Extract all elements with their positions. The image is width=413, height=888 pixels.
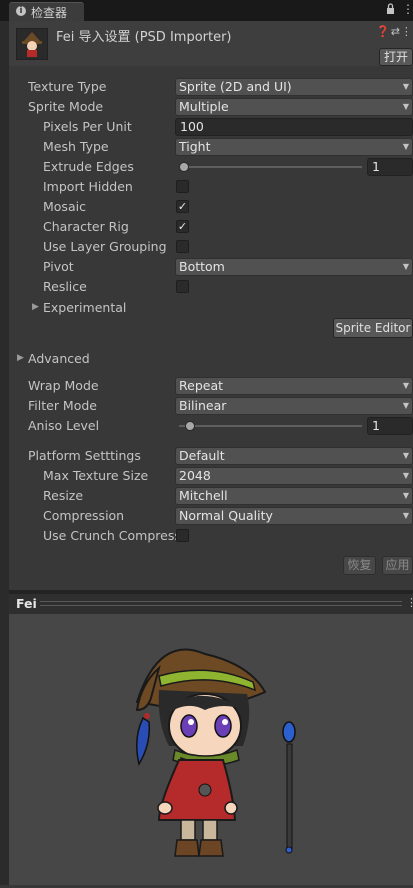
- sprite-mode-value: Multiple: [179, 99, 229, 114]
- texture-type-dropdown[interactable]: Sprite (2D and UI) ▼: [175, 78, 413, 96]
- aniso-level-input[interactable]: 1: [367, 417, 413, 435]
- max-texture-size-value: 2048: [179, 468, 211, 483]
- reslice-checkbox[interactable]: [176, 280, 189, 293]
- apply-button[interactable]: 应用: [382, 556, 413, 575]
- chevron-down-icon: ▼: [402, 82, 409, 91]
- kebab-menu-icon[interactable]: ⋮: [402, 2, 413, 16]
- max-texture-size-dropdown[interactable]: 2048 ▼: [175, 467, 413, 485]
- mesh-type-value: Tight: [179, 139, 211, 154]
- mosaic-checkbox[interactable]: ✓: [176, 200, 189, 213]
- wrap-mode-dropdown[interactable]: Repeat ▼: [175, 377, 413, 395]
- platform-settings-value: Default: [179, 448, 225, 463]
- max-texture-size-label: Max Texture Size: [43, 468, 149, 483]
- use-layer-grouping-checkbox[interactable]: [176, 240, 189, 253]
- pivot-value: Bottom: [179, 259, 225, 274]
- character-rig-checkbox[interactable]: ✓: [176, 220, 189, 233]
- header-title: Fei 导入设置 (PSD Importer): [56, 30, 232, 45]
- mosaic-label: Mosaic: [43, 199, 86, 214]
- mesh-type-label: Mesh Type: [43, 139, 109, 154]
- chevron-down-icon: ▼: [402, 102, 409, 111]
- sprite-mode-dropdown[interactable]: Multiple ▼: [175, 98, 413, 116]
- tab-inspector-label: 检查器: [31, 6, 68, 20]
- lock-icon[interactable]: [386, 3, 395, 15]
- help-icon[interactable]: ❓: [376, 25, 391, 38]
- resize-dropdown[interactable]: Mitchell ▼: [175, 487, 413, 505]
- wrap-mode-label: Wrap Mode: [28, 378, 99, 393]
- header-icons: ❓⇄⋮: [376, 25, 413, 38]
- import-hidden-label: Import Hidden: [43, 179, 133, 194]
- preview-menu-icon[interactable]: ⋮: [406, 596, 413, 609]
- compression-dropdown[interactable]: Normal Quality ▼: [175, 507, 413, 525]
- experimental-foldout-icon[interactable]: ▶: [32, 302, 39, 312]
- mesh-type-dropdown[interactable]: Tight ▼: [175, 138, 413, 156]
- extrude-edges-label: Extrude Edges: [43, 159, 134, 174]
- revert-button[interactable]: 恢复: [343, 556, 376, 575]
- character-rig-label: Character Rig: [43, 219, 129, 234]
- sprite-editor-button[interactable]: Sprite Editor: [333, 318, 413, 338]
- chevron-down-icon: ▼: [402, 471, 409, 480]
- resize-label: Resize: [43, 488, 84, 503]
- preview-title: Fei: [16, 596, 37, 611]
- chevron-down-icon: ▼: [402, 491, 409, 500]
- texture-type-label: Texture Type: [28, 79, 107, 94]
- aniso-level-label: Aniso Level: [28, 418, 100, 433]
- platform-settings-label: Platform Setttings: [28, 448, 141, 463]
- pivot-dropdown[interactable]: Bottom ▼: [175, 258, 413, 276]
- filter-mode-dropdown[interactable]: Bilinear ▼: [175, 397, 413, 415]
- aniso-level-slider-track[interactable]: [179, 425, 362, 427]
- preset-icon[interactable]: ⇄: [391, 25, 401, 38]
- tab-inspector[interactable]: i 检查器: [9, 2, 84, 21]
- chevron-down-icon: ▼: [402, 262, 409, 271]
- use-crunch-compression-checkbox[interactable]: [176, 529, 189, 542]
- chevron-down-icon: ▼: [402, 451, 409, 460]
- menu-icon[interactable]: ⋮: [401, 25, 413, 38]
- compression-label: Compression: [43, 508, 125, 523]
- experimental-foldout-label[interactable]: Experimental: [43, 300, 126, 315]
- pixels-per-unit-input[interactable]: 100: [175, 118, 413, 136]
- preview-drag-handle[interactable]: [40, 601, 402, 606]
- use-crunch-compression-label: Use Crunch Compress: [43, 528, 181, 543]
- wrap-mode-value: Repeat: [179, 378, 224, 393]
- use-layer-grouping-label: Use Layer Grouping: [43, 239, 167, 254]
- extrude-edges-input[interactable]: 1: [367, 158, 413, 176]
- extrude-edges-slider-track[interactable]: [179, 166, 362, 168]
- filter-mode-label: Filter Mode: [28, 398, 97, 413]
- chevron-down-icon: ▼: [402, 401, 409, 410]
- texture-type-value: Sprite (2D and UI): [179, 79, 292, 94]
- chevron-down-icon: ▼: [402, 511, 409, 520]
- pixels-per-unit-label: Pixels Per Unit: [43, 119, 132, 134]
- aniso-level-slider-knob[interactable]: [184, 421, 195, 431]
- sprite-mode-label: Sprite Mode: [28, 99, 104, 114]
- compression-value: Normal Quality: [179, 508, 273, 523]
- left-dock-strip: [0, 21, 9, 885]
- character-preview-image: [135, 648, 296, 857]
- open-button[interactable]: 打开: [379, 48, 413, 66]
- info-icon: i: [16, 6, 26, 16]
- resize-value: Mitchell: [179, 488, 228, 503]
- platform-settings-dropdown[interactable]: Default ▼: [175, 447, 413, 465]
- advanced-foldout-label[interactable]: Advanced: [28, 351, 90, 366]
- asset-thumbnail: [16, 28, 48, 60]
- filter-mode-value: Bilinear: [179, 398, 227, 413]
- reslice-label: Reslice: [43, 279, 87, 294]
- advanced-foldout-icon[interactable]: ▶: [17, 353, 24, 363]
- chevron-down-icon: ▼: [402, 142, 409, 151]
- pivot-label: Pivot: [43, 259, 74, 274]
- import-hidden-checkbox[interactable]: [176, 180, 189, 193]
- chevron-down-icon: ▼: [402, 381, 409, 390]
- sprite-preview[interactable]: [9, 614, 413, 885]
